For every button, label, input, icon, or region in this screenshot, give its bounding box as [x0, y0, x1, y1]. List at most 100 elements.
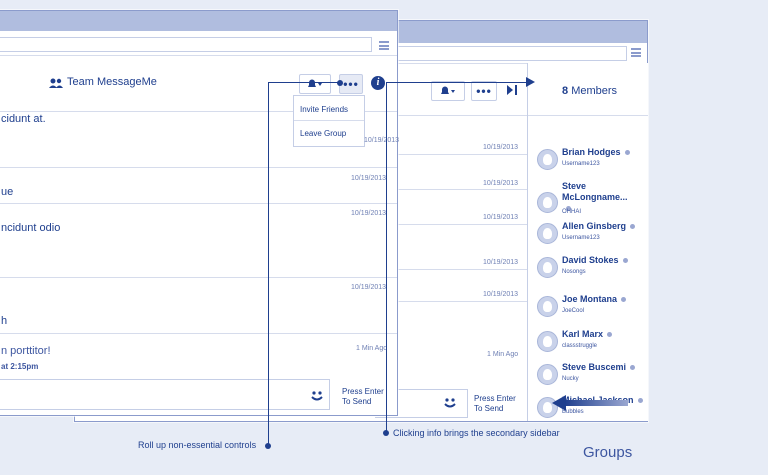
member-name: Joe Montana — [562, 294, 627, 305]
front-timestamp: 10/19/2013 — [351, 210, 387, 217]
press-enter-line: Press Enter — [474, 394, 516, 403]
info-marker — [383, 430, 389, 436]
member-row[interactable]: Joe Montana JoeCool — [528, 294, 648, 326]
member-name: David Stokes — [562, 255, 628, 266]
invite-friends-item[interactable]: Invite Friends — [300, 105, 348, 114]
front-bell-button[interactable] — [299, 74, 331, 94]
info-annotation: Clicking info brings the secondary sideb… — [393, 428, 560, 438]
member-row[interactable]: Allen Ginsberg Username123 — [528, 221, 648, 253]
member-handle: classstruggle — [562, 343, 598, 349]
member-name-text: Brian Hodges — [562, 147, 621, 157]
member-name-text: Steve Buscemi — [562, 362, 627, 372]
member-handle: Username123 — [562, 161, 600, 167]
back-timestamp: 10/19/2013 — [483, 144, 519, 151]
status-dot-icon — [630, 365, 636, 371]
back-timestamp: 10/19/2013 — [483, 291, 519, 298]
member-name-text: Joe Montana — [562, 294, 618, 304]
group-icon — [49, 78, 63, 88]
back-menu-icon[interactable] — [631, 48, 641, 57]
avatar — [537, 223, 558, 244]
back-timestamp: 1 Min Ago — [487, 351, 519, 358]
member-name: Steve Buscemi — [562, 362, 636, 373]
member-row[interactable]: Karl Marx classstruggle — [528, 329, 648, 361]
status-dot-icon — [621, 297, 627, 303]
front-timestamp: 10/19/2013 — [351, 284, 387, 291]
front-timestamp: 10/19/2013 — [364, 137, 400, 144]
rollup-marker — [265, 443, 271, 449]
avatar — [537, 257, 558, 278]
smiley-icon[interactable] — [442, 395, 458, 411]
avatar — [537, 192, 558, 213]
group-title: Team MessageMe — [67, 76, 157, 88]
info-arrow-icon — [526, 77, 535, 87]
to-send-line: To Send — [342, 397, 372, 406]
diagram-root: { "front": { "header_title": "Team Messa… — [0, 0, 768, 475]
caption: Groups — [583, 444, 633, 461]
member-name-text: Allen Ginsberg — [562, 221, 627, 231]
rollup-connector — [268, 82, 340, 83]
status-dot-icon — [637, 398, 643, 404]
more-dropdown: Invite Friends Leave Group — [293, 95, 365, 147]
bell-icon — [441, 86, 455, 94]
message-subtext: at 2:15pm — [1, 362, 39, 371]
message-text: n porttitor! — [1, 345, 51, 357]
back-timestamp: 10/19/2013 — [483, 180, 519, 187]
leave-group-item[interactable]: Leave Group — [300, 129, 346, 138]
member-handle: Nucky — [562, 376, 579, 382]
member-name-text: David Stokes — [562, 255, 619, 265]
members-header: 8 Members — [562, 85, 617, 97]
status-dot-icon — [622, 258, 628, 264]
front-titlebar — [0, 11, 397, 31]
front-address-bar[interactable] — [0, 37, 372, 52]
members-label: Members — [571, 85, 618, 97]
message-text: h — [1, 315, 8, 327]
member-name: Allen Ginsberg — [562, 221, 636, 232]
status-dot-icon — [630, 224, 636, 230]
info-icon[interactable]: i — [371, 76, 385, 90]
members-arrow-shaft — [565, 400, 628, 406]
back-more-button[interactable]: ••• — [471, 81, 497, 101]
front-timestamp: 1 Min Ago — [356, 345, 388, 352]
member-row[interactable]: David Stokes Nosongs — [528, 255, 648, 287]
member-row[interactable]: Steve McLongname... OHHAI — [528, 181, 648, 215]
member-handle: JoeCool — [562, 308, 585, 314]
front-window: Team MessageMe ••• i Invite Friends Leav… — [0, 10, 400, 416]
member-name: Brian Hodges — [562, 147, 630, 158]
front-message-input[interactable] — [0, 379, 330, 410]
collapse-sidebar-icon[interactable] — [505, 83, 519, 97]
bell-icon — [308, 79, 322, 87]
rollup-marker — [337, 80, 343, 86]
member-row[interactable]: Brian Hodges Username123 — [528, 147, 648, 179]
member-row[interactable]: Steve Buscemi Nucky — [528, 362, 648, 394]
message-text: ncidunt odio — [1, 222, 61, 234]
status-dot-icon — [607, 332, 613, 338]
front-press-enter: Press Enter To Send — [342, 387, 384, 407]
back-address-bar[interactable] — [375, 46, 627, 61]
status-dot-icon — [624, 150, 630, 156]
back-press-enter: Press Enter To Send — [474, 394, 516, 414]
to-send-line: To Send — [474, 404, 504, 413]
member-name-text: Steve McLongname... — [562, 181, 628, 202]
member-handle: Username123 — [562, 235, 600, 241]
member-handle: Nosongs — [562, 269, 586, 275]
back-bell-button[interactable] — [431, 81, 465, 101]
avatar — [537, 296, 558, 317]
back-timestamp: 10/19/2013 — [483, 214, 519, 221]
avatar — [537, 364, 558, 385]
rollup-connector — [268, 82, 269, 446]
message-text: cidunt at. — [1, 113, 46, 125]
message-text: ue — [1, 186, 14, 198]
member-name-text: Karl Marx — [562, 329, 604, 339]
members-sidebar: 8 Members Brian Hodges Username123 Steve M… — [527, 63, 648, 421]
avatar — [537, 149, 558, 170]
press-enter-line: Press Enter — [342, 387, 384, 396]
front-timestamp: 10/19/2013 — [351, 175, 387, 182]
info-connector — [386, 82, 528, 83]
rollup-annotation: Roll up non-essential controls — [138, 440, 257, 450]
smiley-icon[interactable] — [309, 388, 325, 404]
info-connector — [386, 82, 387, 432]
member-name: Karl Marx — [562, 329, 613, 340]
front-menu-icon[interactable] — [379, 41, 389, 50]
avatar — [537, 331, 558, 352]
back-timestamp: 10/19/2013 — [483, 259, 519, 266]
